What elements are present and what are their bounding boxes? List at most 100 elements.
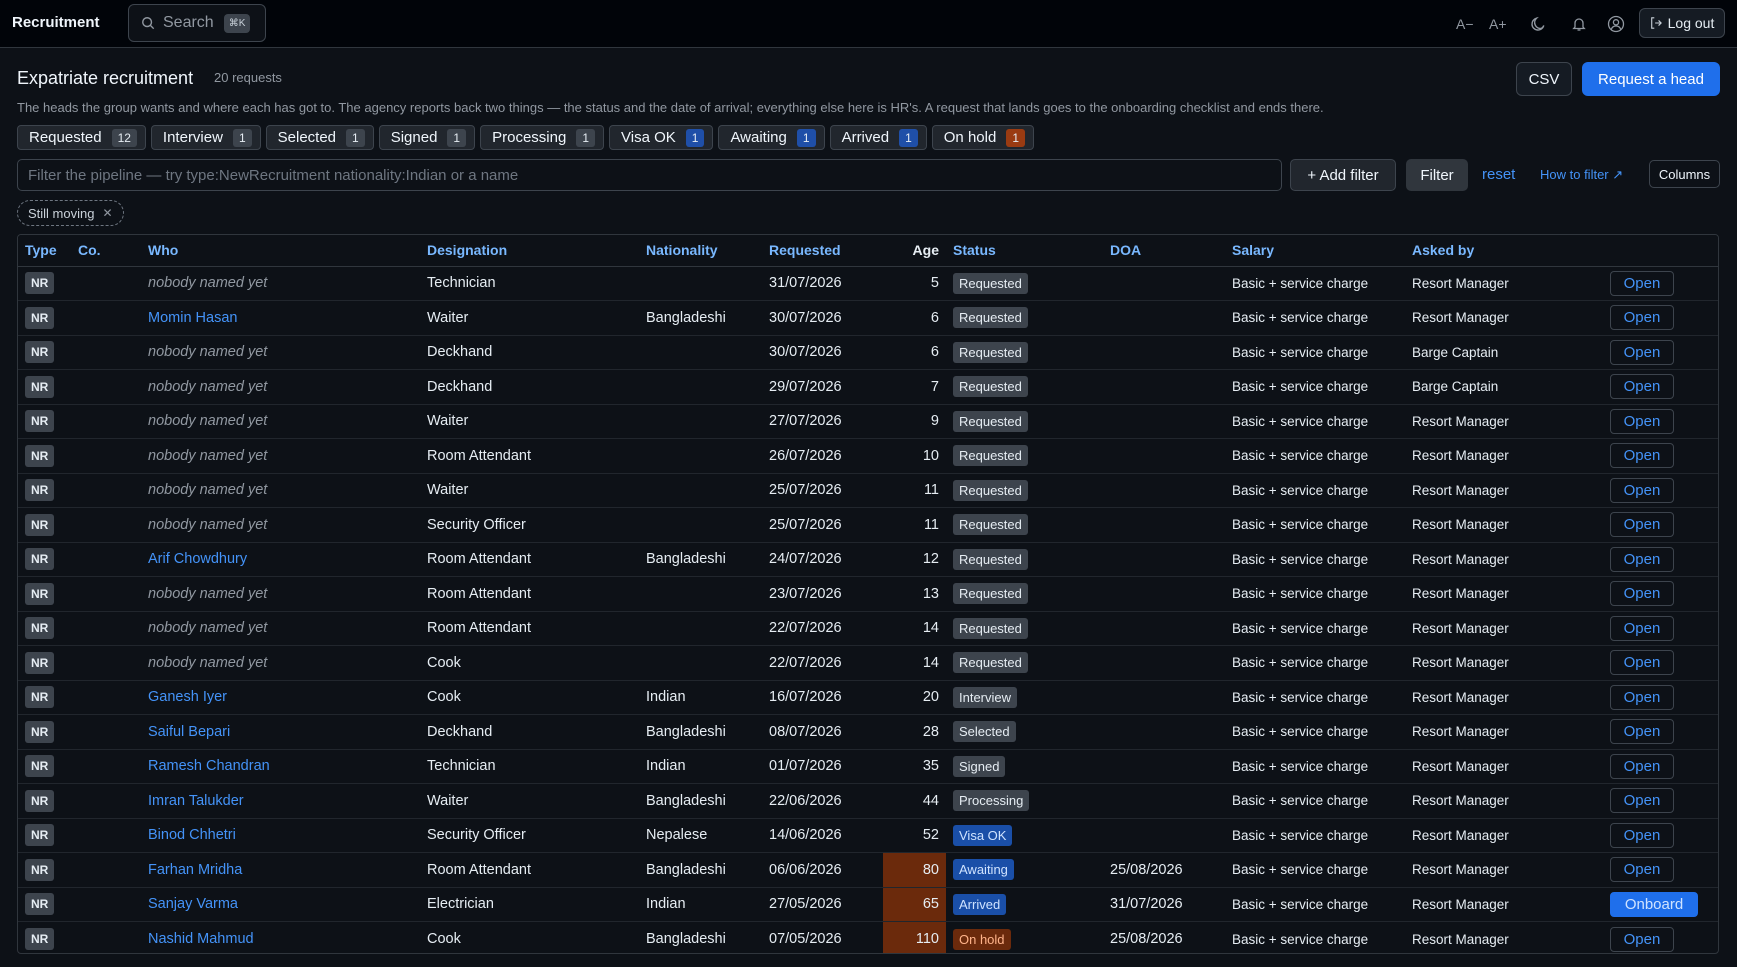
company-cell (71, 369, 141, 405)
table-row[interactable]: NR nobody named yet Room Attendant 22/07/20… (18, 611, 1718, 646)
status-cell: Requested (946, 266, 1103, 301)
open-button[interactable]: Open (1610, 374, 1674, 400)
who-cell[interactable]: Farhan Mridha (141, 852, 420, 888)
filter-input[interactable] (17, 159, 1282, 191)
open-button[interactable]: Open (1610, 650, 1674, 676)
bell-icon[interactable] (1571, 12, 1587, 36)
column-header-status[interactable]: Status (946, 235, 1103, 267)
who-cell[interactable]: Sanjay Varma (141, 887, 420, 922)
column-header-designation[interactable]: Designation (420, 235, 639, 267)
open-button[interactable]: Open (1610, 788, 1674, 814)
who-cell[interactable]: Arif Chowdhury (141, 542, 420, 577)
column-header-company[interactable]: Co. (71, 235, 141, 267)
who-cell[interactable]: Imran Talukder (141, 783, 420, 819)
logout-button[interactable]: Log out (1639, 8, 1725, 38)
open-button[interactable]: Open (1610, 719, 1674, 745)
page-description: The heads the group wants and where each… (17, 100, 1324, 115)
table-row[interactable]: NR nobody named yet Deckhand 29/07/2026 7 Req… (18, 369, 1718, 405)
table-row[interactable]: NR nobody named yet Cook 22/07/2026 14 Reques… (18, 645, 1718, 681)
column-header-doa[interactable]: DOA (1103, 235, 1225, 267)
status-chip[interactable]: Arrived 1 (829, 125, 927, 150)
open-button[interactable]: Open (1610, 546, 1674, 572)
requested-cell: 23/07/2026 (762, 576, 883, 612)
open-button[interactable]: Open (1610, 615, 1674, 641)
status-chip[interactable]: Interview 1 (150, 125, 261, 150)
table-row[interactable]: NR nobody named yet Technician 31/07/2026 5 R… (18, 266, 1718, 301)
age-cell: 11 (883, 473, 946, 508)
open-button[interactable]: Open (1610, 753, 1674, 779)
open-button[interactable]: Open (1610, 270, 1674, 296)
columns-button[interactable]: Columns (1649, 160, 1720, 188)
open-button[interactable]: Open (1610, 512, 1674, 538)
table-row[interactable]: NR nobody named yet Deckhand 30/07/2026 6 Req… (18, 335, 1718, 370)
open-button[interactable]: Open (1610, 477, 1674, 503)
who-cell[interactable]: Nashid Mahmud (141, 922, 420, 954)
open-button[interactable]: Open (1610, 857, 1674, 883)
status-chip[interactable]: Processing 1 (480, 125, 604, 150)
moon-icon[interactable] (1530, 12, 1546, 36)
who-cell[interactable]: Saiful Bepari (141, 714, 420, 750)
table-row[interactable]: NR Farhan Mridha Room Attendant Bangladeshi… (18, 852, 1718, 888)
open-button[interactable]: Open (1610, 581, 1674, 607)
add-filter-button[interactable]: + Add filter (1290, 159, 1396, 191)
onboard-button[interactable]: Onboard (1610, 891, 1698, 917)
who-cell[interactable]: Ramesh Chandran (141, 749, 420, 784)
table-row[interactable]: NR nobody named yet Waiter 27/07/2026 9 Reque… (18, 404, 1718, 439)
csv-button[interactable]: CSV (1516, 62, 1572, 96)
table-row[interactable]: NR nobody named yet Security Officer 25/07/… (18, 507, 1718, 543)
column-header-type[interactable]: Type (18, 235, 71, 267)
open-button[interactable]: Open (1610, 305, 1674, 331)
column-header-age[interactable]: Age (883, 235, 946, 267)
doa-cell (1103, 404, 1225, 439)
reset-link[interactable]: reset (1482, 166, 1515, 183)
who-cell: nobody named yet (141, 645, 420, 681)
open-button[interactable]: Open (1610, 443, 1674, 469)
nationality-cell: Bangladeshi (639, 300, 762, 336)
table-row[interactable]: NR Sanjay Varma Electrician Indian 27/05/202… (18, 887, 1718, 922)
column-header-nationality[interactable]: Nationality (639, 235, 762, 267)
table-row[interactable]: NR Ramesh Chandran Technician Indian 01/07/2… (18, 749, 1718, 784)
table-row[interactable]: NR Imran Talukder Waiter Bangladeshi 22/06/2… (18, 783, 1718, 819)
request-head-button[interactable]: Request a head (1582, 62, 1720, 96)
status-chip[interactable]: On hold 1 (931, 125, 1034, 150)
table-row[interactable]: NR Saiful Bepari Deckhand Bangladeshi 08/07/… (18, 714, 1718, 750)
asked-by-cell: Barge Captain (1405, 369, 1603, 405)
designation-cell: Electrician (420, 887, 639, 922)
open-button[interactable]: Open (1610, 408, 1674, 434)
table-row[interactable]: NR Nashid Mahmud Cook Bangladeshi 07/05/2026… (18, 921, 1718, 954)
open-button[interactable]: Open (1610, 822, 1674, 848)
column-header-salary[interactable]: Salary (1225, 235, 1405, 267)
table-row[interactable]: NR nobody named yet Room Attendant 23/07/20… (18, 576, 1718, 612)
how-to-filter-link[interactable]: How to filter ↗ (1540, 167, 1623, 183)
open-button[interactable]: Open (1610, 339, 1674, 365)
status-chip[interactable]: Selected 1 (265, 125, 374, 150)
table-row[interactable]: NR Arif Chowdhury Room Attendant Bangladesh… (18, 542, 1718, 577)
table-row[interactable]: NR Binod Chhetri Security Officer Nepalese 1… (18, 818, 1718, 853)
table-row[interactable]: NR nobody named yet Waiter 25/07/2026 11 Requ… (18, 473, 1718, 508)
status-chip[interactable]: Visa OK 1 (609, 125, 714, 150)
who-cell[interactable]: Momin Hasan (141, 300, 420, 336)
who-cell[interactable]: Ganesh Iyer (141, 680, 420, 715)
filter-button[interactable]: Filter (1406, 159, 1468, 191)
font-larger-button[interactable]: A+ (1489, 12, 1507, 36)
doa-cell (1103, 507, 1225, 543)
asked-by-cell: Resort Manager (1412, 931, 1509, 947)
company-cell (71, 887, 141, 922)
type-cell: NR (18, 335, 71, 370)
open-button[interactable]: Open (1610, 926, 1674, 952)
font-smaller-button[interactable]: A− (1456, 12, 1474, 36)
column-header-asked-by[interactable]: Asked by (1405, 235, 1603, 267)
search-button[interactable]: Search ⌘K (128, 4, 266, 42)
status-chip[interactable]: Requested 12 (17, 125, 146, 150)
column-header-who[interactable]: Who (141, 235, 420, 267)
user-icon[interactable] (1607, 12, 1625, 36)
table-row[interactable]: NR nobody named yet Room Attendant 26/07/20… (18, 438, 1718, 474)
column-header-requested[interactable]: Requested (762, 235, 883, 267)
open-button[interactable]: Open (1610, 684, 1674, 710)
who-cell[interactable]: Binod Chhetri (141, 818, 420, 853)
table-row[interactable]: NR Ganesh Iyer Cook Indian 16/07/2026 20 Inter… (18, 680, 1718, 715)
close-icon[interactable]: ✕ (102, 206, 112, 220)
status-chip[interactable]: Awaiting 1 (718, 125, 825, 150)
status-chip[interactable]: Signed 1 (378, 125, 476, 150)
table-row[interactable]: NR Momin Hasan Waiter Bangladeshi 30/07/2026… (18, 300, 1718, 336)
